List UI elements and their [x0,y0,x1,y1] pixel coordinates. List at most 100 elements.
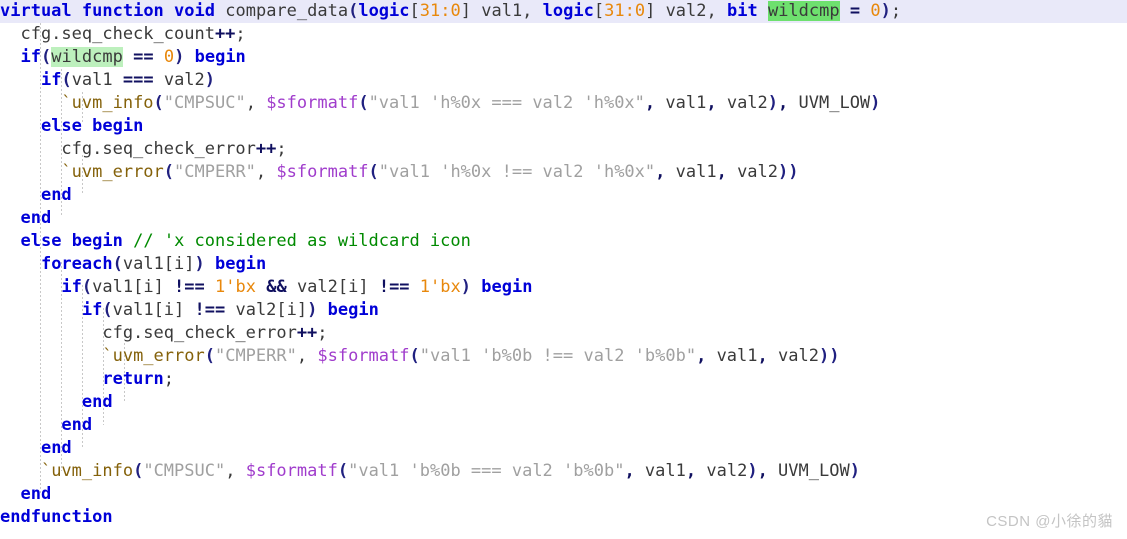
code-line[interactable]: foreach(val1[i]) begin [0,253,1127,276]
occurrence-highlight[interactable]: wildcmp [51,47,123,67]
code-line[interactable]: if(val1[i] !== val2[i]) begin [0,299,1127,322]
code-line[interactable]: return; [0,368,1127,391]
token-num: 1'bx [215,277,256,297]
token-str: "CMPSUC" [143,461,226,481]
token-op: !== [194,300,226,320]
code-line[interactable]: if(val1[i] !== 1'bx && val2[i] !== 1'bx)… [0,276,1127,299]
token-id: val2 [696,461,748,481]
token-kw: else [40,116,82,136]
code-line[interactable]: end [0,414,1127,437]
code-line[interactable]: else begin // 'x considered as wildcard … [0,230,1127,253]
token-pn: ( [112,254,123,274]
token-kw: begin [327,300,379,320]
token-pn: ) [174,47,185,67]
token-op: , [644,93,656,113]
token-kw: endfunction [0,507,113,527]
csdn-watermark: CSDN @小徐的貓 [986,513,1113,530]
token-pl: ; [235,24,246,44]
token-id: cfg.seq_check_error [0,139,256,159]
token-num: 0 [870,1,881,21]
token-str: "val1 'h%0x !== val2 'h%0x" [378,162,656,182]
token-kw: begin [481,277,533,297]
token-kw: end [81,392,113,412]
token-id: val1 [655,93,707,113]
code-line[interactable]: end [0,207,1127,230]
code-line[interactable]: end [0,184,1127,207]
token-op: ++ [296,323,318,343]
token-kw: begin [71,231,123,251]
code-line[interactable]: cfg.seq_check_count++; [0,23,1127,46]
token-op: && [266,277,287,297]
token-pn: ( [348,1,359,21]
code-line[interactable]: if(val1 === val2) [0,69,1127,92]
code-line[interactable]: end [0,483,1127,506]
token-pn: ) [194,254,205,274]
code-line[interactable]: `uvm_error("CMPERR", $sformatf("val1 'h%… [0,161,1127,184]
code-line[interactable]: virtual function void compare_data(logic… [0,0,1127,23]
token-id: val2[i] [225,300,308,320]
token-pl: , [225,461,236,481]
token-pn: ) [460,277,471,297]
code-line[interactable]: `uvm_info("CMPSUC", $sformatf("val1 'b%0… [0,460,1127,483]
token-op: = [849,1,861,21]
code-line[interactable]: cfg.seq_check_error++; [0,322,1127,345]
code-line[interactable]: endfunction [0,506,1127,529]
code-line[interactable]: cfg.seq_check_error++; [0,138,1127,161]
token-str: "val1 'h%0x === val2 'h%0x" [368,93,645,113]
token-str: "CMPSUC" [163,93,246,113]
token-kw: void [174,1,215,21]
token-op: == [133,47,154,67]
token-pn: ( [204,346,215,366]
token-kw: return [102,369,164,389]
token-op: , [696,346,707,366]
token-kw: else [20,231,62,251]
token-num: 1'bx [419,277,461,297]
token-id: val1[i] [112,300,195,320]
token-pl: [ [593,1,605,21]
token-pn: )) [818,346,840,366]
token-id: UVM_LOW [767,461,850,481]
token-mac: `uvm_info [61,93,154,113]
token-kw: begin [215,254,267,274]
token-pn: ( [163,162,175,182]
token-str: "CMPERR" [214,346,297,366]
code-line[interactable]: else begin [0,115,1127,138]
token-kw: if [40,70,62,90]
code-line[interactable]: `uvm_error("CMPERR", $sformatf("val1 'b%… [0,345,1127,368]
token-sys: $sformatf [245,461,338,481]
code-editor[interactable]: virtual function void compare_data(logic… [0,0,1127,539]
token-kw: if [61,277,82,297]
code-line[interactable]: end [0,437,1127,460]
token-pn: ( [133,461,144,481]
token-pn: ( [368,162,379,182]
token-id: cfg.seq_check_error [0,323,297,343]
token-num: 0 [450,1,461,21]
code-line[interactable]: if(wildcmp == 0) begin [0,46,1127,69]
token-kw: end [40,185,72,205]
code-content[interactable]: virtual function void compare_data(logic… [0,0,1127,529]
occurrence-highlight[interactable]: wildcmp [767,1,840,21]
token-op: ++ [255,139,277,159]
token-mac: `uvm_info [40,461,134,481]
token-str: "val1 'b%0b === val2 'b%0b" [348,461,625,481]
token-pl: ; [163,369,175,389]
token-pl: ] [460,1,471,21]
code-line[interactable]: end [0,391,1127,414]
code-line[interactable]: `uvm_info("CMPSUC", $sformatf("val1 'h%0… [0,92,1127,115]
token-op: ++ [214,24,236,44]
